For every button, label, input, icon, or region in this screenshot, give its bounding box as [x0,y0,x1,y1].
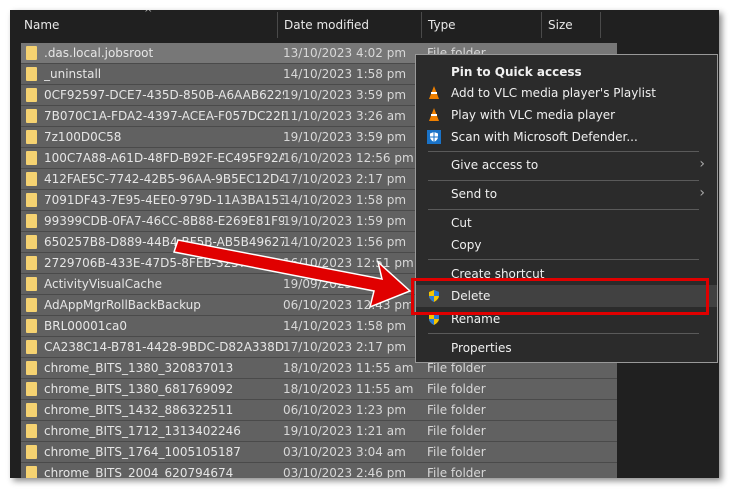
red-arrow-icon [173,239,412,309]
